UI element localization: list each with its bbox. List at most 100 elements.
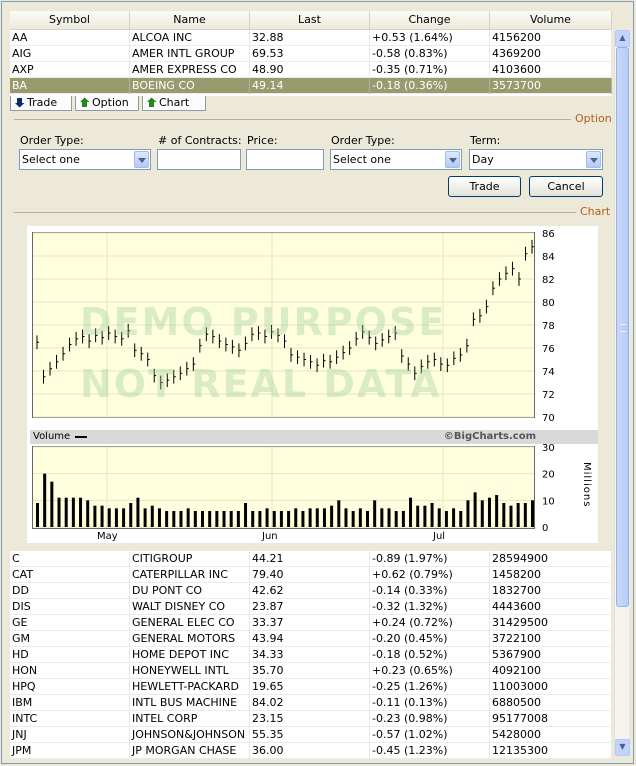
cell-volume: 5428000 — [490, 727, 612, 743]
cell-last: 79.40 — [250, 567, 370, 583]
cell-symbol: HD — [10, 647, 130, 663]
cell-volume: 28594900 — [490, 551, 612, 567]
vertical-scrollbar[interactable]: ▲ ▼ — [614, 30, 630, 756]
tab-option[interactable]: Option — [75, 96, 139, 111]
cell-volume: 3722100 — [490, 631, 612, 647]
table-row[interactable]: DIS WALT DISNEY CO 23.87 -0.32 (1.32%) 4443… — [10, 599, 612, 615]
cell-name: JOHNSON&JOHNSON — [130, 727, 250, 743]
cell-change: -0.20 (0.45%) — [370, 631, 490, 647]
tab-chart[interactable]: Chart — [142, 96, 206, 111]
table-row[interactable]: BA BOEING CO 49.14 -0.18 (0.36%) 3573700 — [10, 78, 612, 94]
table-row[interactable]: DD DU PONT CO 42.62 -0.14 (0.33%) 1832700 — [10, 583, 612, 599]
table-row[interactable]: JNJ JOHNSON&JOHNSON 55.35 -0.57 (1.02%) 5428… — [10, 727, 612, 743]
cell-name: HEWLETT-PACKARD — [130, 679, 250, 695]
cell-symbol: IBM — [10, 695, 130, 711]
table-row[interactable]: CAT CATERPILLAR INC 79.40 +0.62 (0.79%) 1458… — [10, 567, 612, 583]
cell-last: 36.00 — [250, 743, 370, 759]
price-label: Price: — [247, 134, 278, 147]
chevron-down-icon[interactable] — [445, 151, 460, 168]
table-row[interactable]: GM GENERAL MOTORS 43.94 -0.20 (0.45%) 372210… — [10, 631, 612, 647]
term-select[interactable]: Day — [469, 149, 603, 170]
table-row[interactable]: JPM JP MORGAN CHASE 36.00 -0.45 (1.23%) 1213… — [10, 743, 612, 759]
cell-symbol: AIG — [10, 46, 130, 62]
quote-table-top: AA ALCOA INC 32.88 +0.53 (1.64%) 4156200 AIG A… — [10, 30, 612, 96]
cell-name: WALT DISNEY CO — [130, 599, 250, 615]
cell-last: 42.62 — [250, 583, 370, 599]
cell-last: 34.33 — [250, 647, 370, 663]
cell-name: CATERPILLAR INC — [130, 567, 250, 583]
cell-symbol: DIS — [10, 599, 130, 615]
cell-name: DU PONT CO — [130, 583, 250, 599]
price-input[interactable] — [246, 149, 324, 170]
cell-last: 55.35 — [250, 727, 370, 743]
cell-last: 84.02 — [250, 695, 370, 711]
contracts-label: # of Contracts: — [158, 134, 242, 147]
cell-volume: 3573700 — [490, 78, 612, 94]
table-row[interactable]: AA ALCOA INC 32.88 +0.53 (1.64%) 4156200 — [10, 30, 612, 46]
table-row[interactable]: INTC INTEL CORP 23.15 -0.23 (0.98%) 95177008 — [10, 711, 612, 727]
cell-symbol: HON — [10, 663, 130, 679]
cell-change: +0.23 (0.65%) — [370, 663, 490, 679]
cell-volume: 4156200 — [490, 30, 612, 46]
volume-plot-area — [32, 446, 535, 529]
table-row[interactable]: IBM INTL BUS MACHINE 84.02 -0.11 (0.13%) 688… — [10, 695, 612, 711]
table-row[interactable]: GE GENERAL ELEC CO 33.37 +0.24 (0.72%) 31429… — [10, 615, 612, 631]
order-type-label: Order Type: — [20, 134, 84, 147]
cell-last: 33.37 — [250, 615, 370, 631]
cell-last: 69.53 — [250, 46, 370, 62]
cell-volume: 4092100 — [490, 663, 612, 679]
column-header-last[interactable]: Last — [250, 11, 370, 30]
cell-last: 44.21 — [250, 551, 370, 567]
cell-change: +0.62 (0.79%) — [370, 567, 490, 583]
cell-name: INTEL CORP — [130, 711, 250, 727]
table-row[interactable]: HD HOME DEPOT INC 34.33 -0.18 (0.52%) 536790… — [10, 647, 612, 663]
cell-symbol: CAT — [10, 567, 130, 583]
cell-volume: 95177008 — [490, 711, 612, 727]
column-header-symbol[interactable]: Symbol — [10, 11, 130, 30]
tab-chart-label: Chart — [159, 96, 190, 109]
scroll-down-icon[interactable]: ▼ — [615, 739, 630, 756]
cell-volume: 1458200 — [490, 567, 612, 583]
order-type-select[interactable]: Select one — [19, 149, 151, 170]
chevron-down-icon[interactable] — [134, 151, 149, 168]
order-type-2-value: Select one — [333, 153, 391, 166]
order-type-2-label: Order Type: — [331, 134, 395, 147]
cell-name: JP MORGAN CHASE — [130, 743, 250, 759]
cell-name: AMER EXPRESS CO — [130, 62, 250, 78]
cell-symbol: BA — [10, 78, 130, 94]
term-value: Day — [472, 153, 494, 166]
chevron-down-icon[interactable] — [586, 151, 601, 168]
order-type-2-select[interactable]: Select one — [330, 149, 462, 170]
cell-symbol: AXP — [10, 62, 130, 78]
cancel-button[interactable]: Cancel — [529, 176, 603, 197]
table-row[interactable]: HPQ HEWLETT-PACKARD 19.65 -0.25 (1.26%) 1100… — [10, 679, 612, 695]
table-row[interactable]: HON HONEYWELL INTL 35.70 +0.23 (0.65%) 40921… — [10, 663, 612, 679]
cell-volume: 11003000 — [490, 679, 612, 695]
table-row[interactable]: AIG AMER INTL GROUP 69.53 -0.58 (0.83%) 4369… — [10, 46, 612, 62]
chart-section-title: Chart — [580, 205, 611, 218]
table-row[interactable]: AXP AMER EXPRESS CO 48.90 -0.35 (0.71%) 4103… — [10, 62, 612, 78]
cell-change: -0.89 (1.97%) — [370, 551, 490, 567]
cell-change: +0.53 (1.64%) — [370, 30, 490, 46]
cell-volume: 31429500 — [490, 615, 612, 631]
column-header-change[interactable]: Change — [370, 11, 490, 30]
column-header-name[interactable]: Name — [130, 11, 250, 30]
cell-symbol: INTC — [10, 711, 130, 727]
cell-change: -0.14 (0.33%) — [370, 583, 490, 599]
order-type-value: Select one — [22, 153, 80, 166]
tab-trade-label: Trade — [27, 96, 58, 109]
cell-change: -0.11 (0.13%) — [370, 695, 490, 711]
scroll-up-icon[interactable]: ▲ — [615, 30, 630, 47]
table-row[interactable]: C CITIGROUP 44.21 -0.89 (1.97%) 28594900 — [10, 551, 612, 567]
trade-button[interactable]: Trade — [448, 176, 521, 197]
cell-volume: 4369200 — [490, 46, 612, 62]
scrollbar-thumb[interactable] — [616, 47, 629, 607]
cell-change: +0.24 (0.72%) — [370, 615, 490, 631]
cell-name: GENERAL ELEC CO — [130, 615, 250, 631]
column-header-volume[interactable]: Volume — [490, 11, 612, 30]
tab-trade[interactable]: Trade — [10, 96, 72, 111]
cell-name: AMER INTL GROUP — [130, 46, 250, 62]
option-divider — [14, 119, 571, 120]
cell-last: 23.87 — [250, 599, 370, 615]
contracts-input[interactable] — [157, 149, 241, 170]
